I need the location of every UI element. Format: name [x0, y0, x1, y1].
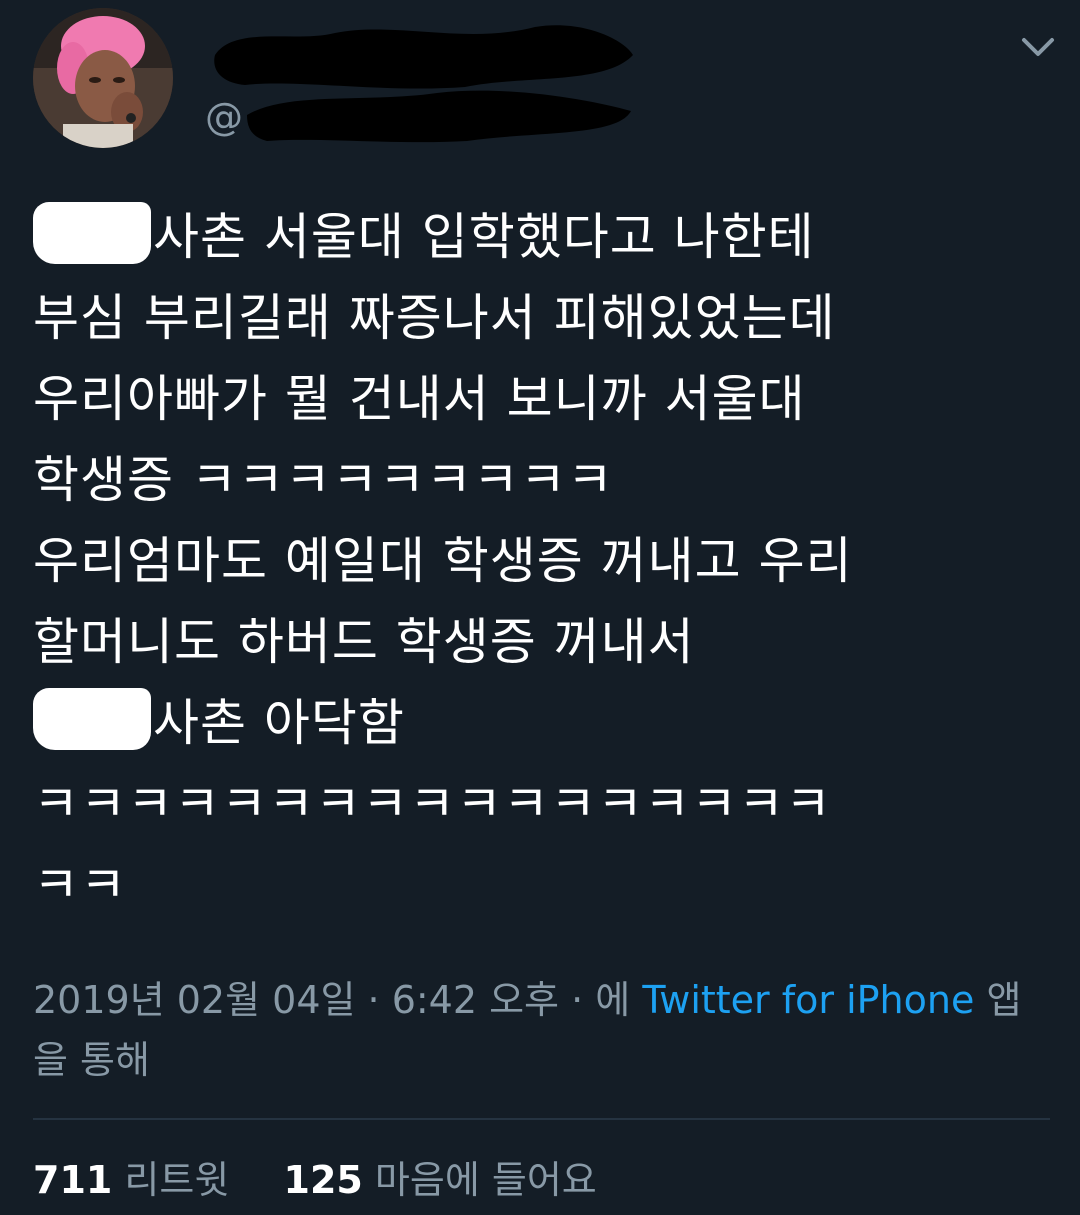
tweet-line: 학생증 ㅋㅋㅋㅋㅋㅋㅋㅋㅋ	[33, 440, 1053, 521]
tweet-line: ㅋㅋㅋㅋㅋㅋㅋㅋㅋㅋㅋㅋㅋㅋㅋㅋㅋ	[33, 764, 1053, 845]
display-name-redaction	[214, 25, 633, 89]
tweet-line: 사촌 아닥함	[33, 683, 1053, 764]
handle-row: @	[205, 90, 632, 143]
text-redaction	[33, 688, 151, 750]
tweet-metadata: 2019년 02월 04일 · 6:42 오후 · 에 Twitter for …	[33, 970, 1033, 1090]
avatar-image	[33, 8, 173, 148]
divider	[33, 1118, 1050, 1120]
tweet-line: 우리엄마도 예일대 학생증 꺼내고 우리	[33, 521, 1053, 602]
tweet-line-text: 할머니도 하버드 학생증 꺼내서	[33, 613, 695, 671]
tweet-line-text: 우리엄마도 예일대 학생증 꺼내고 우리	[33, 532, 853, 590]
like-count[interactable]: 125	[284, 1158, 363, 1202]
tweet-timestamp: 2019년 02월 04일 · 6:42 오후 · 에	[33, 978, 643, 1022]
tweet-line-text: 학생증 ㅋㅋㅋㅋㅋㅋㅋㅋㅋ	[33, 451, 614, 509]
tweet-line-text: 사촌 아닥함	[153, 694, 405, 752]
tweet-line-text: ㅋㅋ	[33, 856, 127, 914]
tweet-line-text: 사촌 서울대 입학했다고 나한테	[153, 208, 815, 266]
chevron-down-icon[interactable]	[1018, 32, 1058, 62]
tweet-line: 우리아빠가 뭘 건내서 보니까 서울대	[33, 359, 1053, 440]
source-app-link[interactable]: Twitter for iPhone	[642, 978, 974, 1022]
tweet-line-text: 우리아빠가 뭘 건내서 보니까 서울대	[33, 370, 806, 428]
tweet-line: 부심 부리길래 짜증나서 피해있었는데	[33, 278, 1053, 359]
tweet-line-text: 부심 부리길래 짜증나서 피해있었는데	[33, 289, 836, 347]
text-redaction	[33, 202, 151, 264]
handle-redaction	[247, 90, 631, 143]
profile-avatar[interactable]	[33, 8, 173, 148]
handle-prefix: @	[205, 95, 243, 139]
like-label[interactable]: 마음에 들어요	[375, 1158, 597, 1202]
tweet-header: @	[0, 0, 1080, 170]
tweet-line: 할머니도 하버드 학생증 꺼내서	[33, 602, 1053, 683]
tweet-line-text: ㅋㅋㅋㅋㅋㅋㅋㅋㅋㅋㅋㅋㅋㅋㅋㅋㅋ	[33, 775, 832, 833]
tweet-line: ㅋㅋ	[33, 845, 1053, 926]
retweet-count[interactable]: 711	[33, 1158, 112, 1202]
tweet-text: 사촌 서울대 입학했다고 나한테 부심 부리길래 짜증나서 피해있었는데 우리아…	[33, 197, 1053, 926]
tweet-line: 사촌 서울대 입학했다고 나한테	[33, 197, 1053, 278]
retweet-label[interactable]: 리트윗	[124, 1158, 229, 1202]
tweet-stats: 711 리트윗 125 마음에 들어요	[33, 1152, 597, 1208]
